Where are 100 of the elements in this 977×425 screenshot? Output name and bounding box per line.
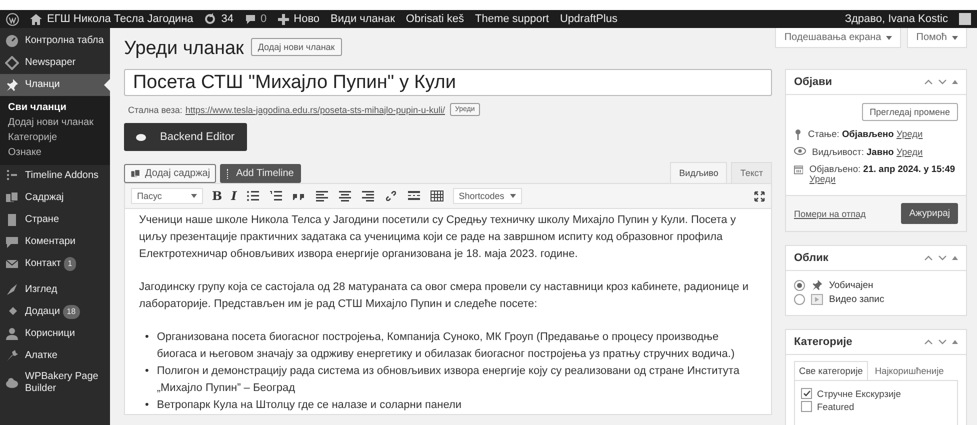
editor-tab[interactable]: Текст [731,162,772,183]
add-media-button[interactable]: Додај садржај [124,164,216,183]
menu-item[interactable]: Садржај [0,187,110,209]
checkbox[interactable] [801,401,812,412]
bullet-mark: • [145,330,149,345]
checkbox[interactable] [801,388,812,399]
chevron-up-icon[interactable] [924,339,933,345]
media-icon [5,191,19,205]
submenu-item[interactable]: Сви чланци [0,100,110,115]
menu-item[interactable]: Додаци 18 [0,301,110,323]
bullet-mark: • [145,398,149,413]
user-greeting[interactable]: Здраво, Ivana Kostic [844,13,948,25]
menu-item[interactable]: Timeline Addons [0,165,110,187]
speech-bubble-icon [5,235,19,249]
body-paragraph: Ученици наше школе Никола Телса у Јагодини посетили су Средњу техничку школу Михајло Пупин у Кули. Посета у циљу презентације практичних задатака са ученицима који се раде на завршном испиту код образовног профила Електротехничар обновљивих извора енергије организована је 18. маја 2023. године. [139,213,737,262]
align-right-icon[interactable] [360,189,375,203]
pin-icon [811,279,823,291]
submenu-item[interactable]: Ознаке [0,145,110,160]
paragraph-format-select[interactable]: Пасус [131,188,203,204]
collapse-icon[interactable] [952,256,958,260]
pin-icon [5,78,19,92]
count-badge: 18 [62,305,80,319]
permalink-label: Стална веза: [128,104,182,114]
collapse-icon[interactable] [952,340,958,344]
comments-link[interactable]: 0 [244,13,267,25]
trash-link[interactable]: Помери на отпад [794,208,866,218]
wordpress-logo-icon[interactable] [6,12,19,26]
list-item: Организована посета биогасног постројења, Компанија Суноко, МК Гроуп (Предавање о процесу производње биогаса и његовом значају за одрживу енергетику и обилазак биогасног постројења уз пратњу стручних водича.) [156,330,736,362]
editor-tab[interactable]: Видљиво [670,162,728,183]
radio-button[interactable] [794,294,805,305]
backend-editor-button[interactable]: Backend Editor [124,123,247,151]
category-tab[interactable]: Све категорије [794,361,868,380]
horizontal-line-icon[interactable] [406,189,421,203]
edit-link[interactable]: Уреди [896,129,923,139]
menu-item[interactable]: Коментари [0,231,110,253]
count-badge: 1 [64,257,76,271]
screen-tab-button[interactable]: Подешавања екрана [775,28,902,48]
radio-button[interactable] [794,280,805,290]
add-new-button[interactable]: Додај нови чланак [250,38,342,56]
category-label[interactable]: Featured [817,402,854,412]
chevron-down-icon[interactable] [938,79,947,85]
menu-item[interactable]: Newspaper [0,52,110,74]
update-button[interactable]: Ажурирај [901,203,958,224]
preview-button[interactable]: Прегледај промене [862,103,958,121]
category-label[interactable]: Стручне Екскурзије [817,388,901,398]
dotted-line-icon [5,169,19,183]
new-label[interactable]: Ново [294,13,320,25]
fullscreen-icon[interactable] [754,190,765,202]
chevron-down-icon[interactable] [938,339,947,345]
category-tab[interactable]: Најкоришћеније [870,361,949,380]
body-paragraph: Јагодинску групу која се састојала од 28 матураната са овог смера провели су наставници кроз кабинете, радионице и лабораторије. Представљен им је рад СТШ Михајло Пупин и следеће посете: [139,280,750,312]
collapse-icon[interactable] [952,80,958,84]
toolbar-link[interactable]: Obrisati keš [406,13,464,25]
refresh-icon [204,13,216,25]
toolbar-link[interactable]: Види чланак [330,13,395,25]
eye-icon [794,147,806,155]
bullet-list-icon[interactable] [246,189,260,203]
menu-item[interactable]: Контакт 1 [0,253,110,275]
edit-link[interactable]: Уреди [809,174,836,184]
link-icon[interactable] [384,189,398,203]
screen-tab-button[interactable]: Помоћ [907,28,967,48]
menu-item[interactable]: Стране [0,209,110,231]
toolbar-link[interactable]: UpdraftPlus [560,13,618,25]
submenu-item[interactable]: Категорије [0,130,110,145]
chevron-up-icon[interactable] [924,255,933,261]
comments-count[interactable]: 0 [260,13,267,25]
home-icon [30,14,42,24]
chevron-down-icon[interactable] [938,255,947,261]
submenu-item[interactable]: Додај нови чланак [0,115,110,130]
toolbar-link[interactable]: Theme support [475,13,549,25]
menu-item[interactable]: Контролна табла [0,30,110,52]
format-option[interactable]: Видео запис [829,294,884,305]
updates-count[interactable]: 34 [221,13,234,25]
format-button[interactable]: B [212,189,222,203]
new-link[interactable]: Ново [278,13,320,25]
list-item: Ветропарк Кула на Штолцу где се налазе и соларни панели [156,398,462,413]
menu-item[interactable]: Изглед [0,279,110,301]
edit-link[interactable]: Уреди [896,147,923,157]
list-item: Полигон и демонстрацију рада система из обновљивих извора енергије коју су реализовани од стране Института „Михајло Пупин” – Београд [156,364,740,396]
numbered-list-icon[interactable] [268,189,283,203]
updates-link[interactable]: 34 [204,13,234,25]
chevron-up-icon[interactable] [924,79,933,85]
title-field[interactable]: Посета СТШ "Михајло Пупин" у Кули [124,69,772,96]
media-icon [130,168,141,178]
format-option[interactable]: Уобичајен [829,280,874,290]
publish-info: Објављено: 21. апр 2024. у 15:49 Уреди [809,164,956,184]
align-center-icon[interactable] [338,189,352,203]
panel-title: Објави [794,76,832,88]
permalink-url[interactable]: https://www.tesla-jagodina.edu.rs/poseta-sts-mihajlo-pupin-u-kuli/ [185,104,445,114]
menu-item[interactable]: Чланци [0,74,110,96]
add-timeline-button[interactable]: Add Timeline [220,164,301,183]
menu-item[interactable]: Алатке [0,345,110,367]
menu-item[interactable]: Корисници [0,323,110,345]
speech-bubble-icon [244,14,256,24]
envelope-icon [5,257,19,271]
align-left-icon[interactable] [314,189,329,203]
shortcodes-select[interactable]: Shortcodes [452,188,522,204]
menu-item[interactable]: WPBakery Page Builder [0,367,110,399]
format-button[interactable]: I [231,189,237,203]
grid-icon[interactable] [430,189,444,203]
